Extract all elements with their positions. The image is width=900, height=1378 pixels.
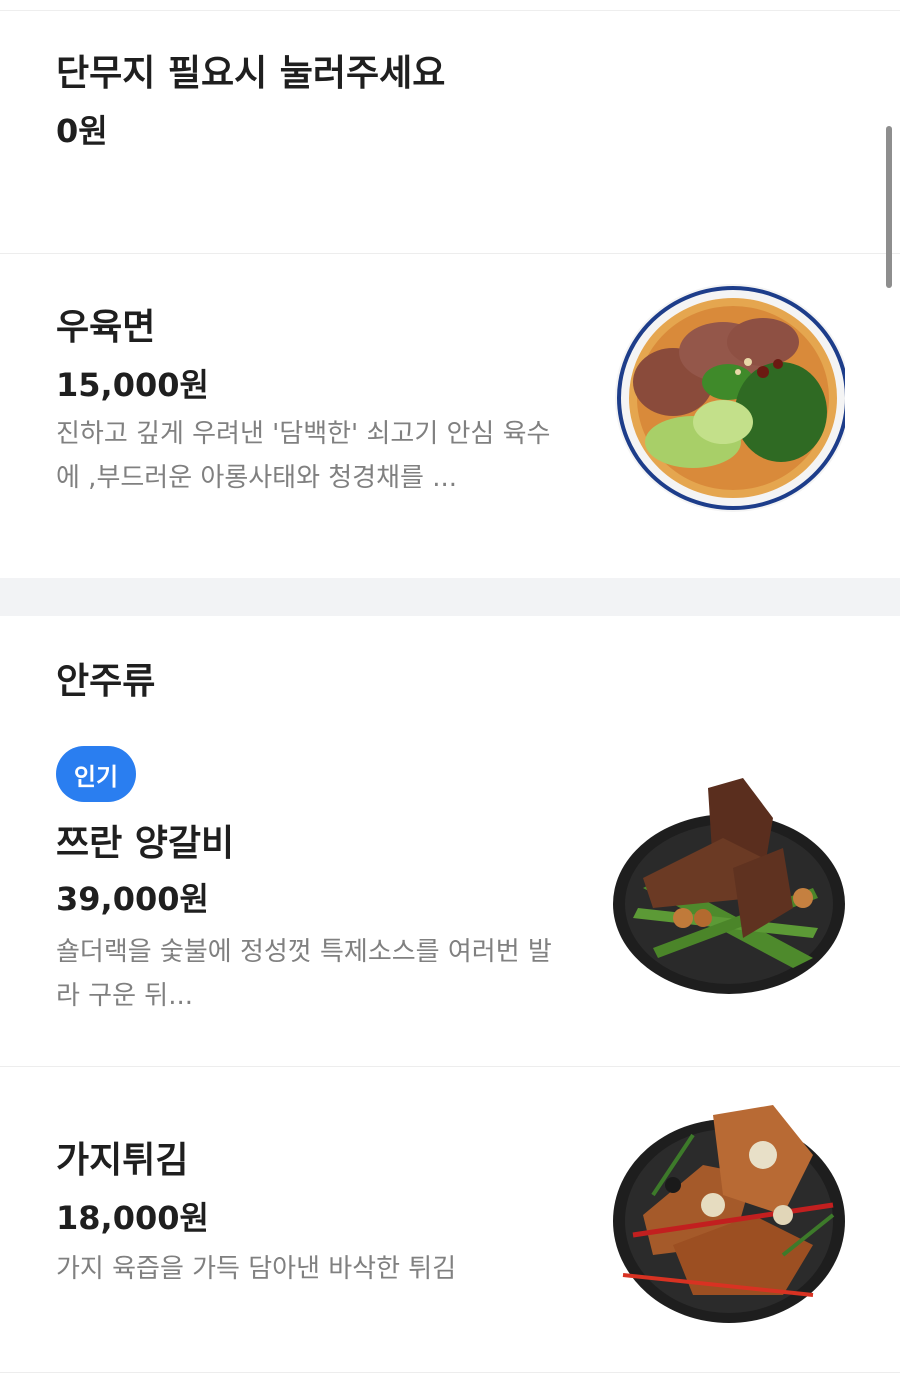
menu-item-name: 우육면: [56, 307, 156, 348]
menu-item-name: 가지튀김: [56, 1140, 189, 1181]
menu-item-fried-eggplant[interactable]: 가지튀김 18,000원 가지 육즙을 가득 담아낸 바삭한 튀김: [0, 1067, 900, 1378]
menu-item-name: 쯔란 양갈비: [56, 823, 235, 864]
menu-item-price: 18,000원: [56, 1199, 209, 1237]
menu-item-price: 39,000원: [56, 880, 209, 918]
popular-badge: 인기: [56, 746, 136, 802]
beef-noodle-soup-image: [613, 282, 845, 514]
scrollbar[interactable]: [886, 126, 892, 288]
menu-item-price: 0원: [56, 112, 108, 150]
menu-item-price: 15,000원: [56, 366, 209, 404]
menu-item-description: 진하고 깊게 우려낸 '담백한' 쇠고기 안심 육수에 ,부드러운 아롱사태와 …: [56, 419, 551, 493]
menu-item-danmuji[interactable]: 단무지 필요시 눌러주세요 0원: [0, 0, 900, 253]
fried-eggplant-image: [613, 1095, 845, 1327]
section-title: 안주류: [56, 661, 156, 702]
cumin-lamb-ribs-image: [613, 768, 845, 1000]
menu-item-description: 숄더랙을 숯불에 정성껏 특제소스를 여러번 발라 구운 뒤...: [56, 937, 552, 1011]
menu-item-cumin-lamb-ribs[interactable]: 인기 쯔란 양갈비 39,000원 숄더랙을 숯불에 정성껏 특제소스를 여러번…: [0, 746, 900, 1066]
menu-item-name: 단무지 필요시 눌러주세요: [56, 53, 446, 94]
menu-item-description: 가지 육즙을 가득 담아낸 바삭한 튀김: [56, 1254, 457, 1284]
menu-item-beef-noodle[interactable]: 우육면 15,000원 진하고 깊게 우려낸 '담백한' 쇠고기 안심 육수에 …: [0, 254, 900, 578]
item-divider: [0, 1372, 900, 1373]
section-separator: [0, 578, 900, 616]
